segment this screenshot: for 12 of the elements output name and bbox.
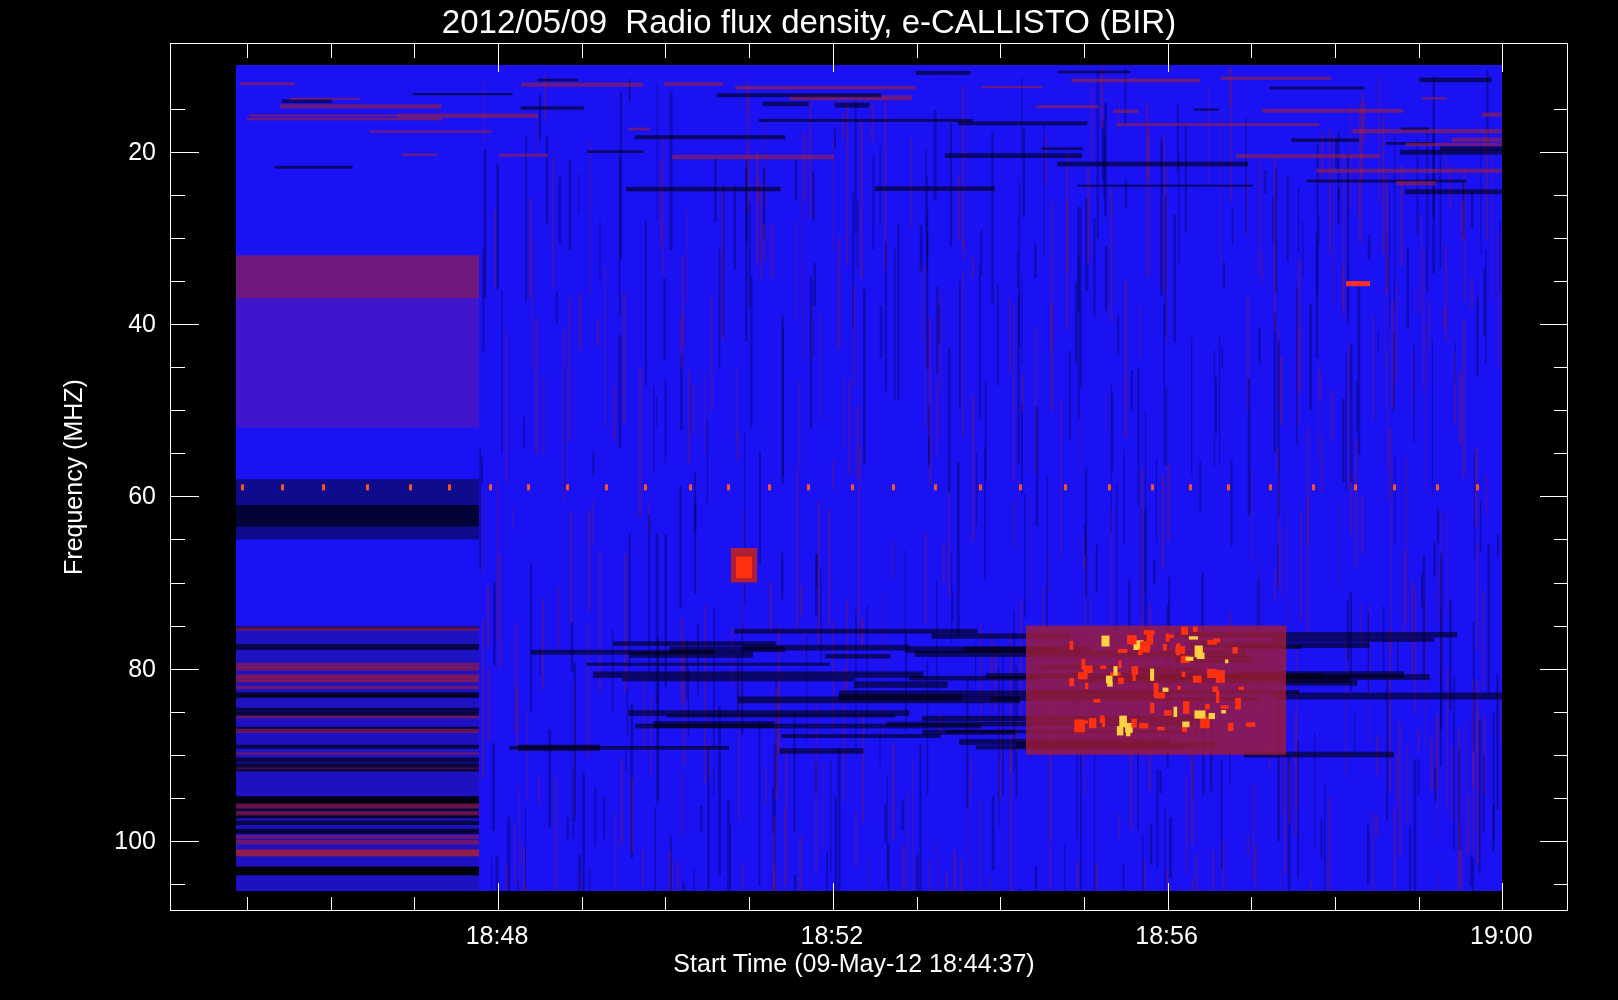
axis-label: Frequency (MHZ) — [58, 379, 88, 575]
tick-label: 100 — [113, 824, 156, 855]
tick-label: 60 — [127, 480, 156, 511]
tick-label: 40 — [127, 308, 156, 339]
tick-label: 18:52 — [799, 920, 865, 950]
axis-label: Start Time (09-May-12 18:44:37) — [672, 948, 1036, 978]
tick-label: 80 — [127, 652, 156, 683]
tick-label: 20 — [127, 136, 156, 166]
tick-label: 18:56 — [1134, 920, 1199, 950]
chart-title: 2012/05/09 Radio flux density, e-CALLISTO (BIR) — [440, 2, 1178, 42]
tick-label: 18:48 — [464, 920, 530, 950]
tick-label: 19:00 — [1469, 920, 1534, 950]
